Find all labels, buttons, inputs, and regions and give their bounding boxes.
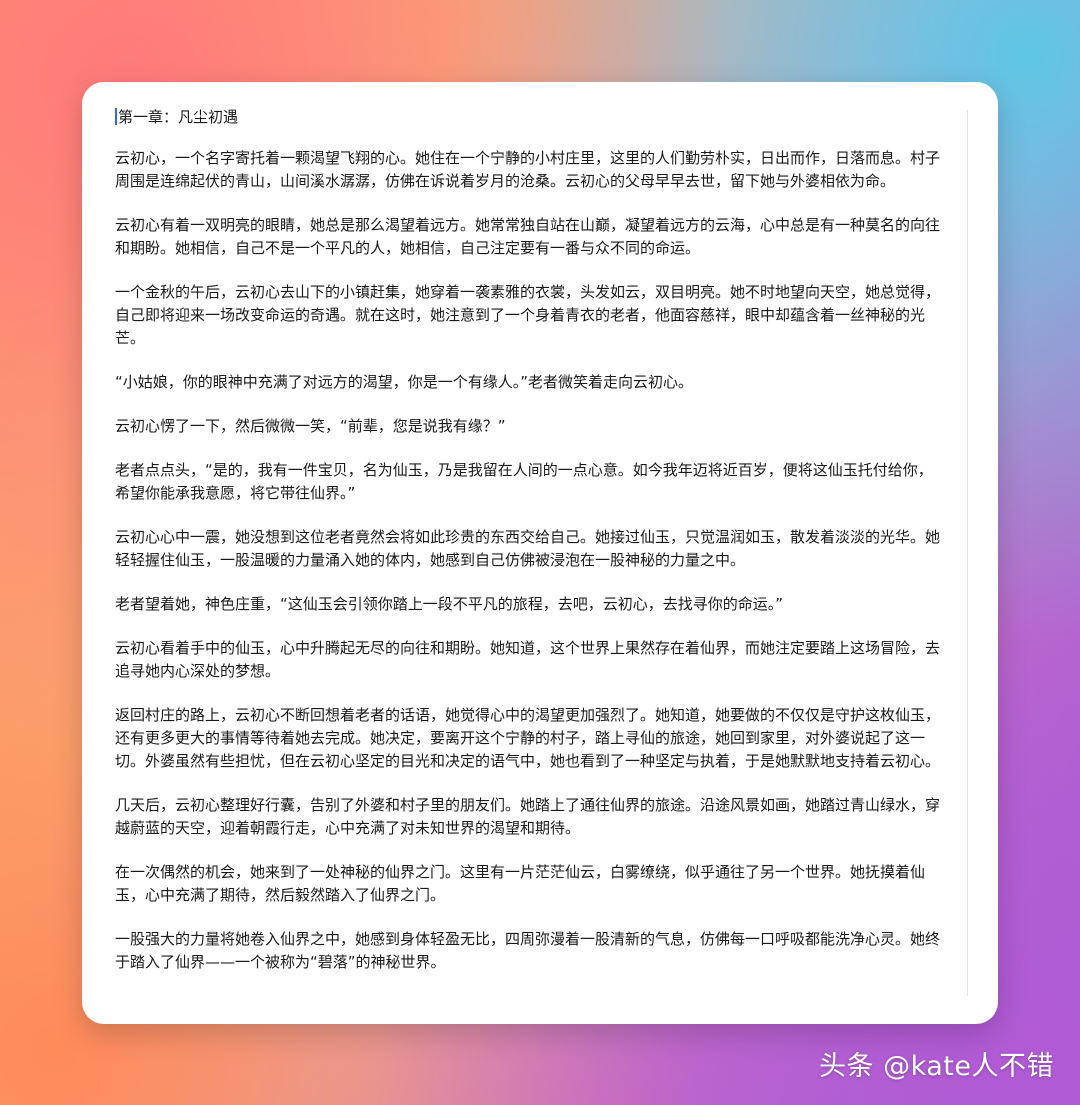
- paragraph: 云初心看着手中的仙玉，心中升腾起无尽的向往和期盼。她知道，这个世界上果然存在着仙…: [115, 639, 941, 680]
- watermark-text: 头条 @kate人不错: [819, 1051, 1054, 1082]
- chapter-title-line: 第一章：凡尘初遇: [115, 106, 947, 129]
- paragraph: 云初心，一个名字寄托着一颗渴望飞翔的心。她住在一个宁静的小村庄里，这里的人们勤劳…: [115, 149, 941, 190]
- document-window: 第一章：凡尘初遇 云初心，一个名字寄托着一颗渴望飞翔的心。她住在一个宁静的小村庄…: [82, 82, 998, 1024]
- paragraph: 云初心心中一震，她没想到这位老者竟然会将如此珍贵的东西交给自己。她接过仙玉，只觉…: [115, 528, 941, 569]
- paragraph: 一个金秋的午后，云初心去山下的小镇赶集，她穿着一袭素雅的衣裳，头发如云，双目明亮…: [115, 283, 941, 347]
- paragraph: 云初心愣了一下，然后微微一笑，“前辈，您是说我有缘？”: [115, 417, 506, 435]
- paragraph: 老者点点头，“是的，我有一件宝贝，名为仙玉，乃是我留在人间的一点心意。如今我年迈…: [115, 461, 933, 502]
- chapter-title: 第一章：凡尘初遇: [118, 108, 239, 126]
- paragraph: 一股强大的力量将她卷入仙界之中，她感到身体轻盈无比，四周弥漫着一股清新的气息，仿…: [115, 930, 941, 971]
- scrollbar-track[interactable]: [967, 110, 968, 996]
- paragraph: 几天后，云初心整理好行囊，告别了外婆和村子里的朋友们。她踏上了通往仙界的旅途。沿…: [115, 796, 941, 837]
- paragraph: 在一次偶然的机会，她来到了一处神秘的仙界之门。这里有一片茫茫仙云，白雾缭绕，似乎…: [115, 863, 926, 904]
- paragraph: 返回村庄的路上，云初心不断回想着老者的话语，她觉得心中的渴望更加强烈了。她知道，…: [115, 706, 941, 770]
- text-cursor: [115, 108, 117, 125]
- paragraph: 云初心有着一双明亮的眼睛，她总是那么渴望着远方。她常常独自站在山巅，凝望着远方的…: [115, 216, 941, 257]
- paragraph: “小姑娘，你的眼神中充满了对远方的渴望，你是一个有缘人。”老者微笑着走向云初心。: [115, 373, 694, 391]
- document-body[interactable]: 第一章：凡尘初遇 云初心，一个名字寄托着一颗渴望飞翔的心。她住在一个宁静的小村庄…: [115, 106, 947, 995]
- paragraph: 老者望着她，神色庄重，“这仙玉会引领你踏上一段不平凡的旅程，去吧，云初心，去找寻…: [115, 595, 784, 613]
